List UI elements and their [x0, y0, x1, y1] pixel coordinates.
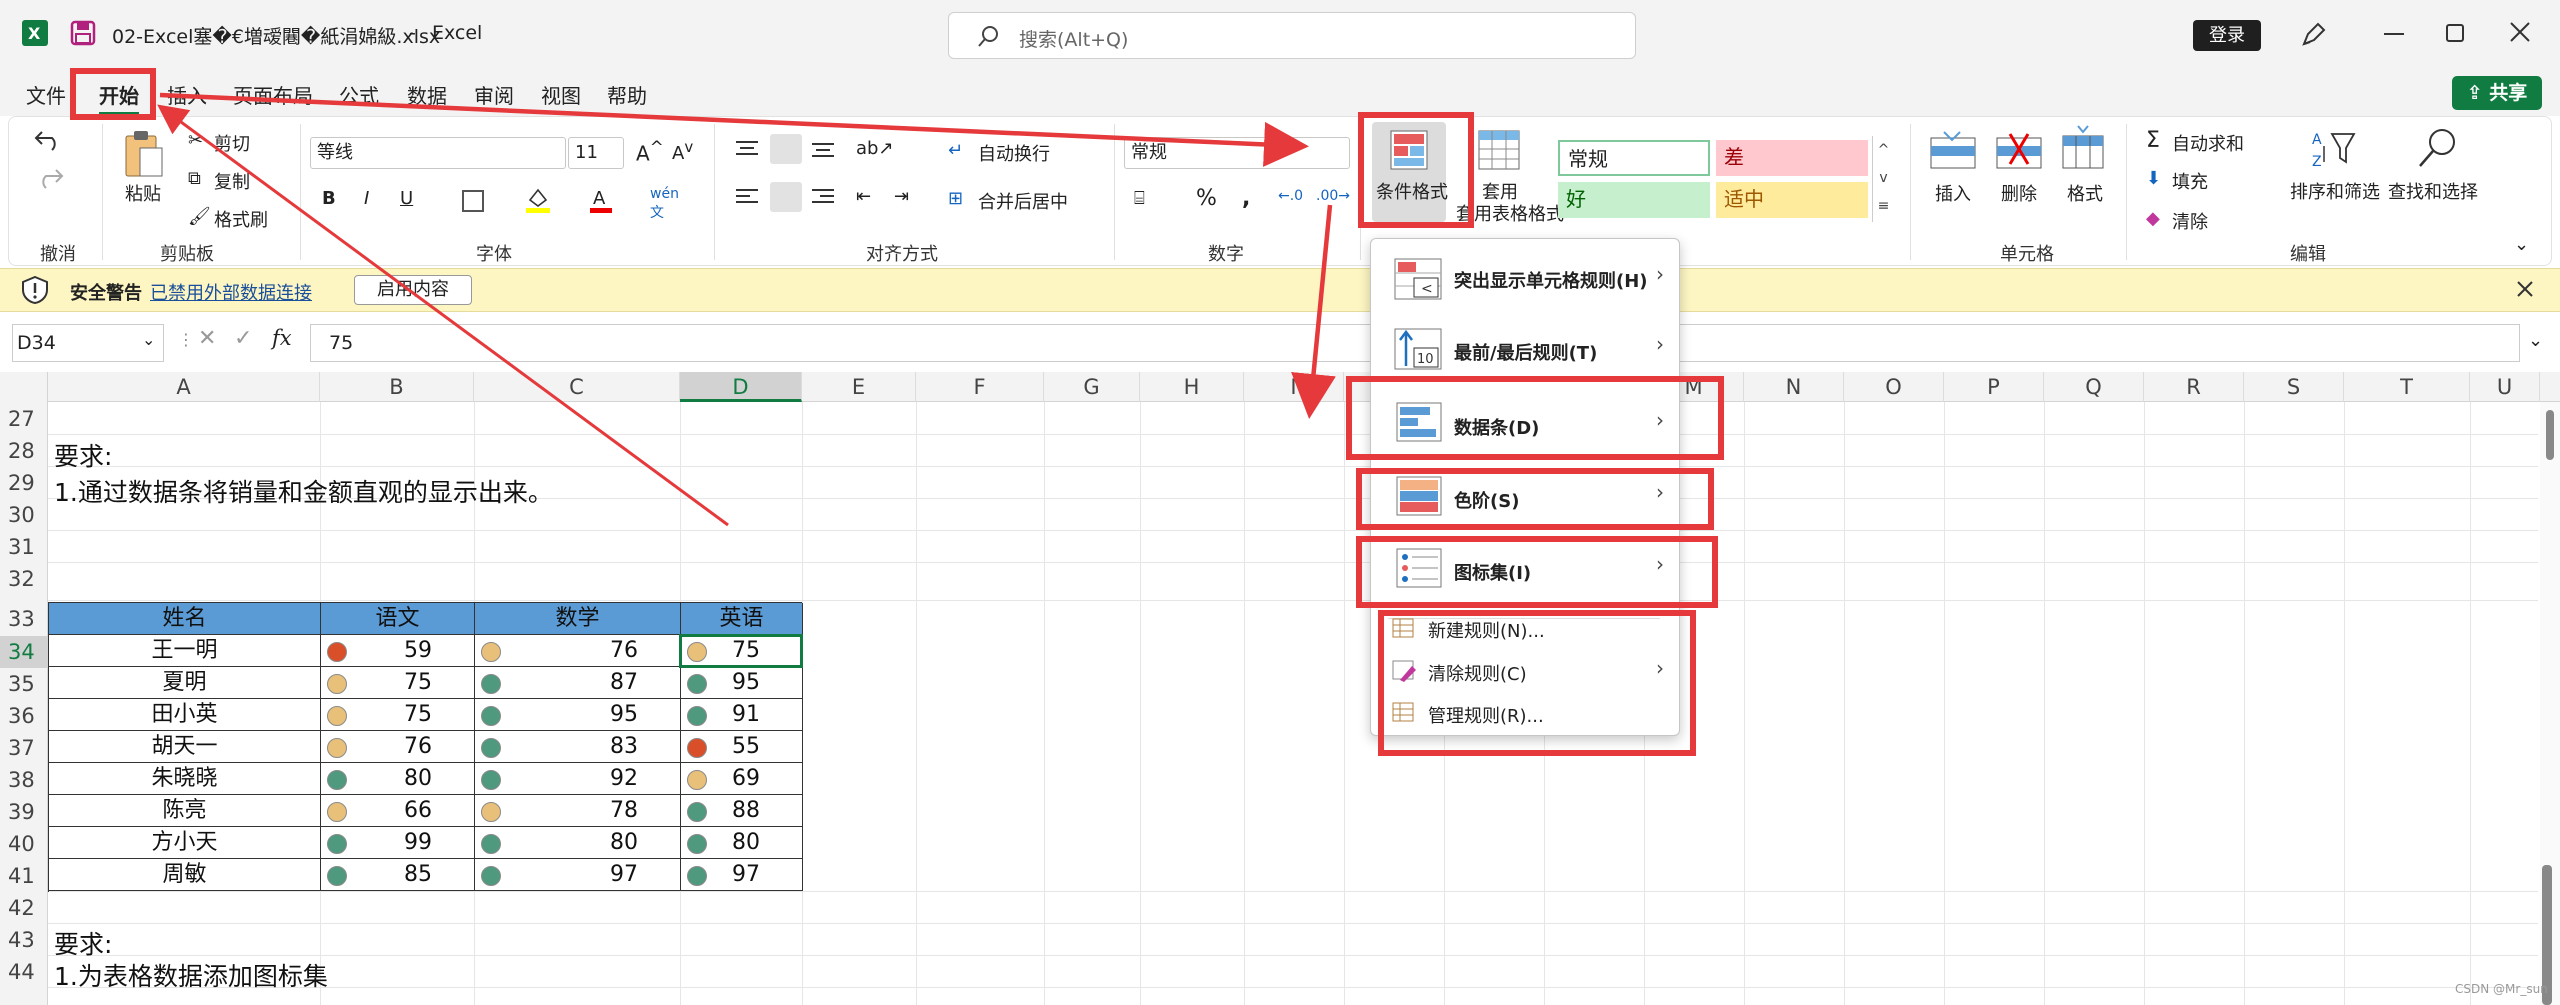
- arrow-requirement-to-home: [157, 104, 729, 527]
- scrollbar-thumb[interactable]: [2546, 410, 2554, 460]
- watermark: CSDN @Mr_sun: [2455, 982, 2548, 996]
- annotation-arrows: [157, 92, 1336, 527]
- arrow-home-to-conditional-format: [159, 92, 1309, 167]
- arrow-conditional-format-to-menu: [1291, 204, 1336, 419]
